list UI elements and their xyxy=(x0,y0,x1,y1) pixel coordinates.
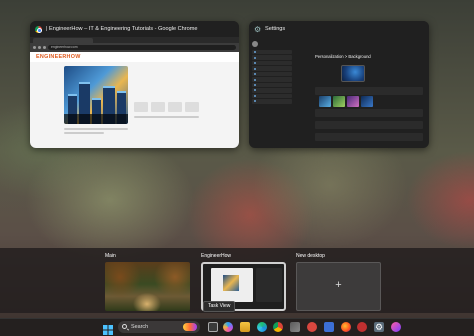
sidebar-item xyxy=(252,71,292,77)
sidebar-item xyxy=(252,50,292,55)
hero-caption xyxy=(64,114,128,124)
new-desktop-button[interactable]: + xyxy=(296,262,381,311)
widgets-icon[interactable] xyxy=(183,323,197,331)
forward-icon xyxy=(38,46,41,49)
plus-icon: + xyxy=(335,279,342,291)
post-line xyxy=(64,128,128,130)
post-card xyxy=(168,102,182,112)
post-line xyxy=(134,116,199,118)
desktop-label-main: Main xyxy=(105,253,116,259)
copilot-icon[interactable] xyxy=(223,322,233,332)
file-explorer-icon[interactable] xyxy=(240,322,250,332)
task-view-icon[interactable] xyxy=(208,322,218,332)
sidebar-item xyxy=(252,55,292,60)
settings-sidebar xyxy=(252,41,292,105)
site-logo: ENGINEERHOW xyxy=(36,54,81,60)
post-card xyxy=(151,102,165,112)
chrome-window-title: | EngineerHow – IT & Engineering Tutoria… xyxy=(46,26,198,32)
chrome-window-titlebar: | EngineerHow – IT & Engineering Tutoria… xyxy=(30,21,239,37)
desktop-label-engineerhow: EngineerHow xyxy=(201,253,232,259)
app-icon[interactable] xyxy=(307,322,317,332)
sidebar-item xyxy=(252,99,292,104)
avatar xyxy=(252,41,258,47)
task-view-tooltip: Task View xyxy=(203,301,236,312)
back-icon xyxy=(33,46,36,49)
profile xyxy=(252,41,292,47)
taskbar xyxy=(0,318,474,336)
wallpaper-thumb xyxy=(361,96,373,107)
sidebar-item xyxy=(252,93,292,99)
start-icon[interactable] xyxy=(103,322,113,335)
chrome-window-preview[interactable]: | EngineerHow – IT & Engineering Tutoria… xyxy=(30,21,239,148)
browser-toolbar: engineerhow.com xyxy=(30,43,239,52)
reload-icon xyxy=(43,46,46,49)
address-bar: engineerhow.com xyxy=(48,45,236,50)
breadcrumb: Personalization > Background xyxy=(315,54,371,59)
post-card xyxy=(185,102,199,112)
app-icon[interactable] xyxy=(391,322,401,332)
sidebar-item xyxy=(252,77,292,82)
app-icon[interactable] xyxy=(357,322,367,332)
settings-gear-icon: ⚙ xyxy=(254,24,262,34)
site-header: ENGINEERHOW xyxy=(30,52,239,62)
settings-window-title: Settings xyxy=(265,26,286,32)
chrome-icon[interactable] xyxy=(273,322,283,332)
mini-window-settings xyxy=(256,268,282,302)
settings-icon[interactable]: ⚙ xyxy=(374,322,384,332)
firefox-icon[interactable] xyxy=(341,322,351,332)
sidebar-item xyxy=(252,60,292,66)
app-icon[interactable] xyxy=(324,322,334,332)
search-icon xyxy=(122,324,127,329)
sidebar-item xyxy=(252,88,292,93)
chrome-icon xyxy=(35,25,42,33)
store-icon[interactable] xyxy=(290,322,300,332)
website-content: ENGINEERHOW xyxy=(30,52,239,148)
post-line xyxy=(64,132,104,134)
settings-card xyxy=(315,133,423,141)
settings-card xyxy=(315,109,423,117)
sidebar-item xyxy=(252,66,292,71)
settings-card xyxy=(315,121,423,129)
desktop-thumbnail-main[interactable] xyxy=(105,262,190,311)
background-preview xyxy=(341,65,365,82)
settings-content: Personalization > Background xyxy=(249,37,429,148)
wallpaper-thumb xyxy=(319,96,331,107)
sidebar-item xyxy=(252,82,292,88)
post-card xyxy=(134,102,148,112)
settings-window-titlebar: ⚙ Settings xyxy=(249,21,429,37)
mini-window-chrome xyxy=(211,268,253,302)
search-label: Search xyxy=(131,324,149,330)
settings-card xyxy=(315,87,423,95)
wallpaper-thumb xyxy=(333,96,345,107)
hero-image xyxy=(64,66,128,124)
desktop-label-new: New desktop xyxy=(296,253,325,259)
edge-icon[interactable] xyxy=(257,322,267,332)
settings-window-preview[interactable]: ⚙ Settings Personalization > Background xyxy=(249,21,429,148)
browser-tab xyxy=(33,38,93,43)
wallpaper-thumb xyxy=(347,96,359,107)
